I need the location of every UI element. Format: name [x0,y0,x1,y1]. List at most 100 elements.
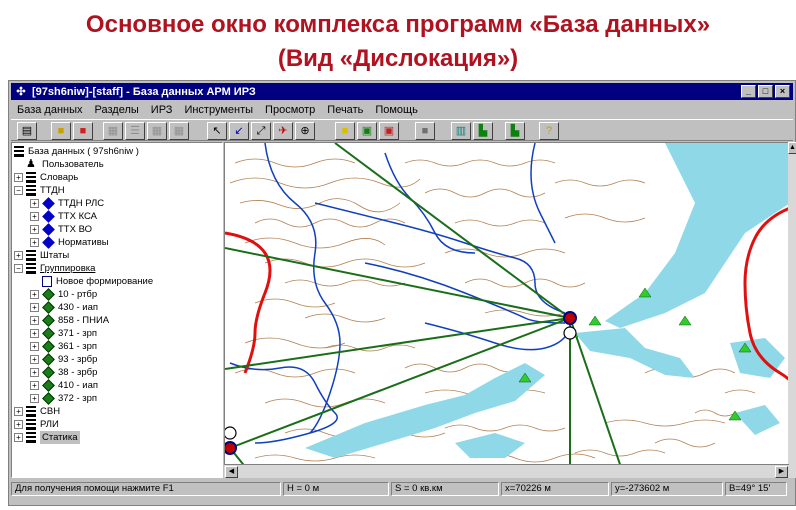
menu-view[interactable]: Просмотр [259,104,321,116]
database-icon [26,185,36,196]
menu-print[interactable]: Печать [321,104,369,116]
expand-icon[interactable]: + [30,342,39,351]
tree-item-ttdn[interactable]: − ТТДН [14,184,65,197]
slide-title-line2: (Вид «Дислокация») [277,45,519,72]
tree-item-ttdn-rls[interactable]: + ТТДН РЛС [30,197,104,210]
folder-icon[interactable]: ■ [51,122,71,140]
database-icon [26,263,36,274]
green-diamond-icon [42,340,55,353]
minimize-button[interactable]: _ [741,85,756,98]
tree-item-gruppirovka[interactable]: − Группировка [14,262,95,275]
expand-icon[interactable]: + [30,212,39,221]
expand-icon[interactable]: + [14,173,23,182]
table-icon[interactable]: ▦ [147,122,167,140]
list-icon[interactable]: ☰ [125,122,145,140]
tree-item-unit[interactable]: +38 - зрбр [30,366,97,379]
tree-item-unit[interactable]: +372 - зрп [30,392,97,405]
maximize-button[interactable]: □ [758,85,773,98]
expand-icon[interactable]: + [30,225,39,234]
expand-icon[interactable]: + [30,303,39,312]
database-icon [26,250,36,261]
user-icon: ♟ [26,158,36,170]
tree-item-shtaty[interactable]: + Штаты [14,249,69,262]
tree-item-unit[interactable]: +10 - ртбр [30,288,97,301]
tree-item-unit[interactable]: +430 - иап [30,301,98,314]
scroll-up-icon[interactable]: ▲ [788,142,796,154]
expand-icon[interactable]: + [30,355,39,364]
expand-icon[interactable]: + [30,329,39,338]
menu-sections[interactable]: Разделы [89,104,145,116]
status-y: y=-273602 м [611,481,723,496]
map-canvas[interactable] [225,143,789,478]
crosshair-icon[interactable]: ⊕ [295,122,315,140]
collapse-icon[interactable]: − [14,186,23,195]
status-help: Для получения помощи нажмите F1 [11,481,281,496]
expand-icon[interactable]: + [14,433,23,442]
terrain-contours [229,158,756,463]
red-frame-icon[interactable]: ▣ [379,122,399,140]
app-window: ✣ [97sh6niw]-[staff] - База данных АРМ И… [8,80,796,506]
expand-icon[interactable]: + [30,316,39,325]
tree-item-new-formation[interactable]: Новое формирование [42,275,153,288]
horizontal-scrollbar[interactable]: ◀ ▶ [224,464,789,478]
map-frame-icon[interactable]: ▣ [357,122,377,140]
tree-item-unit[interactable]: +371 - зрп [30,327,97,340]
tree-item-ttx-ksa[interactable]: + ТТХ КСА [30,210,97,223]
expand-icon[interactable]: + [14,420,23,429]
green-diamond-icon [42,288,55,301]
tree-item-slovar[interactable]: + Словарь [14,171,78,184]
tree-item-svn[interactable]: + СВН [14,405,60,418]
tree-item-normativy[interactable]: + Нормативы [30,236,109,249]
scroll-left-icon[interactable]: ◀ [225,466,238,478]
tree-item-ttx-vo[interactable]: + ТТХ ВО [30,223,92,236]
expand-icon[interactable]: + [14,251,23,260]
tree-item-statika[interactable]: + Статика [14,431,80,444]
help-icon[interactable]: ? [539,122,559,140]
blue-diamond-icon [42,210,55,223]
vertical-scrollbar[interactable]: ▲ [788,142,796,478]
chart-icon[interactable]: ▙ [473,122,493,140]
scroll-right-icon[interactable]: ▶ [775,466,788,478]
map-view[interactable] [224,142,789,478]
expand-icon[interactable]: + [30,394,39,403]
layers-icon[interactable]: ▥ [451,122,471,140]
color-palette-icon[interactable]: ■ [73,122,93,140]
yellow-rect-icon[interactable]: ■ [335,122,355,140]
status-latitude: B=49° 15' [725,481,787,496]
document-icon [42,276,52,287]
database-icon [26,419,36,430]
arrow-diag-icon[interactable]: ↙ [229,122,249,140]
pointer-icon[interactable]: ↖ [207,122,227,140]
tree-item-unit[interactable]: +361 - зрп [30,340,97,353]
title-bar[interactable]: ✣ [97sh6niw]-[staff] - База данных АРМ И… [11,83,793,100]
expand-icon[interactable]: + [14,407,23,416]
expand-icon[interactable]: + [30,199,39,208]
tree-item-user[interactable]: ♟ Пользователь [26,158,104,171]
collapse-icon[interactable]: − [14,264,23,273]
close-button[interactable]: × [775,85,790,98]
arrow-diag2-icon[interactable]: ⤢ [251,122,271,140]
tree-item-unit[interactable]: +858 - ПНИА [30,314,109,327]
blue-diamond-icon [42,223,55,236]
green-diamond-icon [42,327,55,340]
expand-icon[interactable]: + [30,368,39,377]
plane-icon[interactable]: ✈ [273,122,293,140]
menu-irz[interactable]: ИРЗ [145,104,179,116]
menu-database[interactable]: База данных [11,104,89,116]
gray-square-icon[interactable]: ■ [415,122,435,140]
expand-icon[interactable]: + [30,238,39,247]
expand-icon[interactable]: + [30,381,39,390]
tree-item-unit[interactable]: +93 - зрбр [30,353,97,366]
open-icon[interactable]: ▤ [17,122,37,140]
tree-item-rli[interactable]: + РЛИ [14,418,59,431]
window-controls: _ □ × [741,85,790,98]
menu-help[interactable]: Помощь [369,104,424,116]
chart2-icon[interactable]: ▙ [505,122,525,140]
form-icon[interactable]: ▦ [103,122,123,140]
tree-item-unit[interactable]: +410 - иап [30,379,98,392]
table2-icon[interactable]: ▦ [169,122,189,140]
menu-tools[interactable]: Инструменты [178,104,259,116]
rivers [229,143,571,444]
tree-root[interactable]: База данных ( 97sh6niw ) [14,145,139,158]
expand-icon[interactable]: + [30,290,39,299]
